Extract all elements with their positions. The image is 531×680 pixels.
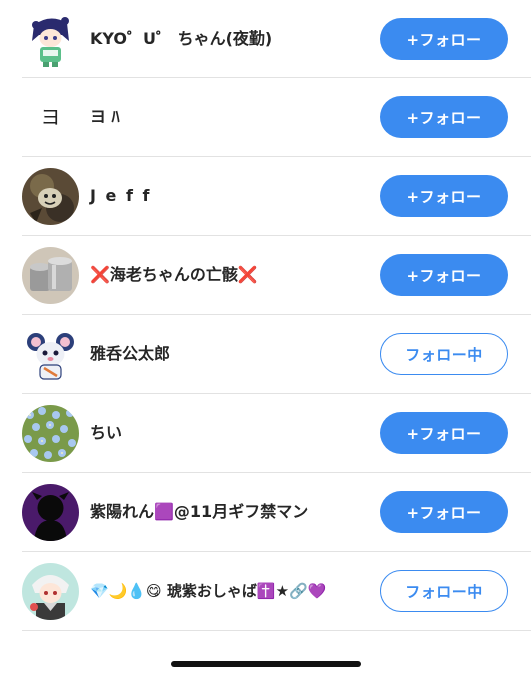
- home-indicator[interactable]: [171, 661, 361, 667]
- list-item[interactable]: ❌海老ちゃんの亡骸❌ +フォロー: [22, 236, 531, 315]
- avatar-text: ヨ: [40, 105, 61, 129]
- user-name[interactable]: J e f f: [90, 157, 151, 235]
- list-item[interactable]: ヨ ヨ ﾊ +フォロー: [22, 78, 531, 157]
- avatar[interactable]: [22, 563, 79, 620]
- user-name[interactable]: 💎🌙💧😋 琥紫おしゃば✝️★🔗💜: [90, 552, 326, 630]
- metal-cans-icon: [22, 247, 79, 304]
- blue-flowers-icon: [22, 405, 79, 462]
- user-list: KYO゜U゜ ちゃん(夜勤) +フォロー ヨ ヨ ﾊ +フォロー J e f f…: [0, 0, 531, 631]
- following-button[interactable]: フォロー中: [380, 570, 508, 612]
- list-item[interactable]: 💎🌙💧😋 琥紫おしゃば✝️★🔗💜 フォロー中: [22, 552, 531, 631]
- dark-illustration-icon: [22, 168, 79, 225]
- mouse-mascot-icon: [22, 326, 79, 383]
- anime-girl-icon: [22, 11, 79, 68]
- list-item[interactable]: KYO゜U゜ ちゃん(夜勤) +フォロー: [22, 0, 531, 78]
- follow-button[interactable]: +フォロー: [380, 175, 508, 217]
- anime-boy-icon: [22, 563, 79, 620]
- avatar[interactable]: [22, 247, 79, 304]
- user-name[interactable]: KYO゜U゜ ちゃん(夜勤): [90, 0, 272, 78]
- user-name[interactable]: ちい: [90, 394, 122, 472]
- following-button[interactable]: フォロー中: [380, 333, 508, 375]
- avatar[interactable]: [22, 484, 79, 541]
- follow-button[interactable]: +フォロー: [380, 18, 508, 60]
- follow-button[interactable]: +フォロー: [380, 412, 508, 454]
- avatar[interactable]: ヨ: [22, 89, 79, 146]
- list-item[interactable]: ちい +フォロー: [22, 394, 531, 473]
- avatar[interactable]: [22, 11, 79, 68]
- silhouette-icon: [22, 484, 79, 541]
- follow-button[interactable]: +フォロー: [380, 254, 508, 296]
- user-name[interactable]: ❌海老ちゃんの亡骸❌: [90, 236, 258, 314]
- follow-button[interactable]: +フォロー: [380, 96, 508, 138]
- avatar[interactable]: [22, 326, 79, 383]
- list-item[interactable]: J e f f +フォロー: [22, 157, 531, 236]
- follow-button[interactable]: +フォロー: [380, 491, 508, 533]
- list-item[interactable]: 雅呑公太郎 フォロー中: [22, 315, 531, 394]
- user-name[interactable]: ヨ ﾊ: [90, 78, 120, 156]
- avatar[interactable]: [22, 405, 79, 462]
- user-name[interactable]: 紫陽れん🟪@11月ギフ禁マン: [90, 473, 308, 551]
- user-name[interactable]: 雅呑公太郎: [90, 315, 170, 393]
- avatar[interactable]: [22, 168, 79, 225]
- list-item[interactable]: 紫陽れん🟪@11月ギフ禁マン +フォロー: [22, 473, 531, 552]
